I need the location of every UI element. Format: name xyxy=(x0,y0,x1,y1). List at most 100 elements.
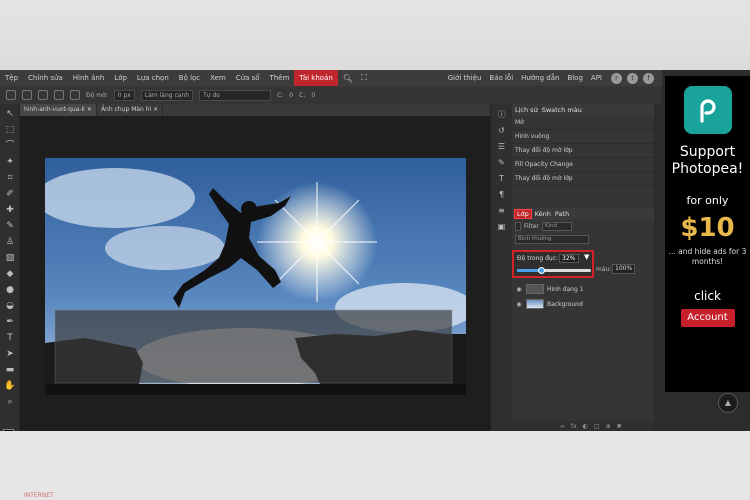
marquee-tool-icon[interactable]: ⬚ xyxy=(3,125,17,136)
history-icon[interactable]: ↺ xyxy=(496,126,508,136)
menu-tutorial[interactable]: Hướng dẫn xyxy=(517,70,563,86)
list-item[interactable]: Thay đổi độ mờ lớp xyxy=(512,144,654,158)
eye-icon[interactable]: ◉ xyxy=(515,286,523,293)
reddit-icon[interactable]: r xyxy=(611,72,622,84)
move-tool-icon[interactable]: ↖ xyxy=(3,109,17,120)
fullscreen-icon[interactable]: ⛶ xyxy=(358,73,370,83)
dodge-tool-icon[interactable]: ◒ xyxy=(3,301,17,312)
menu-account[interactable]: Tài khoản xyxy=(294,70,338,86)
link-layers-icon[interactable]: ∞ xyxy=(560,423,565,430)
menu-layer[interactable]: Lớp xyxy=(109,70,132,86)
style-select[interactable]: Tự do xyxy=(199,89,272,101)
eye-icon[interactable]: ◉ xyxy=(515,301,523,308)
paragraph-icon[interactable]: ¶ xyxy=(496,190,508,200)
canvas-image xyxy=(45,158,466,395)
feather-input[interactable]: 0 px xyxy=(113,89,135,101)
selection-add-icon[interactable] xyxy=(22,90,32,100)
info-icon[interactable]: ⓘ xyxy=(496,110,508,120)
stamp-tool-icon[interactable]: ♙ xyxy=(3,237,17,248)
menu-more[interactable]: Thêm xyxy=(265,70,295,86)
menu-about[interactable]: Giới thiệu xyxy=(444,70,486,86)
magic-wand-tool-icon[interactable]: ✦ xyxy=(3,157,17,168)
tab-channels[interactable]: Kênh xyxy=(535,210,551,218)
shape-tool-icon[interactable]: ▬ xyxy=(3,365,17,376)
menu-image[interactable]: Hình ảnh xyxy=(68,70,109,86)
facebook-icon[interactable]: f xyxy=(643,72,654,84)
menu-filter[interactable]: Bộ lọc xyxy=(174,70,205,86)
filter-kind-select[interactable]: Kind xyxy=(541,221,572,231)
blur-tool-icon[interactable]: ● xyxy=(3,285,17,296)
pen-tool-icon[interactable]: ✒ xyxy=(3,317,17,328)
list-item[interactable]: Fill Opacity Change xyxy=(512,158,654,172)
history-list: Mở Hình vuông Thay đổi độ mờ lớp Fill Op… xyxy=(512,116,654,186)
close-icon[interactable]: ✕ xyxy=(153,106,158,113)
height-input[interactable]: 0 xyxy=(311,92,315,99)
type-tool-icon[interactable]: T xyxy=(3,333,17,344)
brush-panel-icon[interactable]: ✎ xyxy=(496,158,508,168)
fill-input[interactable]: 100% xyxy=(612,264,636,274)
fill-tool-icon[interactable]: ◆ xyxy=(3,269,17,280)
history-panel-tabs: Lịch sử Swatch màu xyxy=(512,104,654,116)
search-icon[interactable]: 🔍︎ xyxy=(342,74,354,83)
tab-paths[interactable]: Path xyxy=(555,210,569,218)
character-icon[interactable]: T xyxy=(496,174,508,184)
eyedropper-tool-icon[interactable]: ✐ xyxy=(3,189,17,200)
opacity-dropdown-icon[interactable]: ▼ xyxy=(584,253,589,261)
layer-row[interactable]: ◉ Background xyxy=(512,297,654,311)
selection-subtract-icon[interactable] xyxy=(38,90,48,100)
trash-icon[interactable]: ✖ xyxy=(617,423,622,430)
new-layer-icon[interactable]: ⊕ xyxy=(606,423,611,430)
blend-mode-select[interactable]: Bình thường xyxy=(515,234,589,244)
layers-panel: Lớp Kênh Path Filter Kind Bình thường Độ… xyxy=(512,208,654,309)
menu-blog[interactable]: Blog xyxy=(563,70,586,86)
path-select-tool-icon[interactable]: ➤ xyxy=(3,349,17,360)
adjustment-icon[interactable]: ◐ xyxy=(583,423,588,430)
opacity-slider[interactable] xyxy=(517,267,591,274)
brush-tool-icon[interactable]: ✎ xyxy=(3,221,17,232)
close-icon[interactable]: ✕ xyxy=(87,106,92,113)
list-item[interactable]: Hình vuông xyxy=(512,130,654,144)
menu-report-bug[interactable]: Báo lỗi xyxy=(485,70,517,86)
photopea-app: Tệp Chỉnh sửa Hình ảnh Lớp Lựa chọn Bộ l… xyxy=(0,70,750,431)
document-tab[interactable]: Ảnh chụp Màn hì ✕ xyxy=(97,104,164,116)
width-input[interactable]: 0 xyxy=(289,92,293,99)
tab-layers[interactable]: Lớp xyxy=(514,209,532,219)
tab-history[interactable]: Lịch sử xyxy=(515,106,538,114)
hand-tool-icon[interactable]: ✋ xyxy=(3,381,17,392)
image-panel-icon[interactable]: ▣ xyxy=(496,222,508,232)
menu-window[interactable]: Cửa sổ xyxy=(231,70,265,86)
twitter-icon[interactable]: t xyxy=(627,72,638,84)
layer-row[interactable]: ◉ Hình dạng 1 xyxy=(512,282,654,296)
menu-api[interactable]: API xyxy=(587,70,606,86)
lasso-tool-icon[interactable]: ⌒ xyxy=(3,141,17,152)
list-item[interactable]: Mở xyxy=(512,116,654,130)
eraser-tool-icon[interactable]: ▧ xyxy=(3,253,17,264)
antialias-button[interactable]: Làm láng cạnh xyxy=(140,89,194,101)
document-tabs: hinh-anh-vuot-qua-k ✕ Ảnh chụp Màn hì ✕ xyxy=(20,104,490,116)
zoom-tool-icon[interactable]: ⌕ xyxy=(3,397,17,408)
folder-icon[interactable]: □ xyxy=(594,423,600,430)
photopea-ad[interactable]: Support Photopea! for only $10 ... and h… xyxy=(665,76,750,392)
menu-file[interactable]: Tệp xyxy=(0,70,23,86)
healing-tool-icon[interactable]: ✚ xyxy=(3,205,17,216)
css-icon[interactable]: ≡ xyxy=(496,206,508,216)
image-canvas[interactable] xyxy=(45,158,466,395)
tab-swatches[interactable]: Swatch màu xyxy=(542,106,582,114)
selection-intersect-icon[interactable] xyxy=(54,90,64,100)
ad-price: $10 xyxy=(680,213,735,243)
menu-select[interactable]: Lựa chọn xyxy=(132,70,174,86)
menu-edit[interactable]: Chỉnh sửa xyxy=(23,70,68,86)
opacity-slider-knob[interactable] xyxy=(537,267,545,274)
menu-view[interactable]: Xem xyxy=(205,70,231,86)
opacity-input[interactable]: 32% xyxy=(559,254,579,263)
selection-new-icon[interactable] xyxy=(6,90,16,100)
layer-style-icon[interactable]: fx xyxy=(571,423,577,430)
properties-icon[interactable]: ☰ xyxy=(496,142,508,152)
selection-xor-icon[interactable] xyxy=(70,90,80,100)
list-item[interactable]: Thay đổi độ mờ lớp xyxy=(512,172,654,186)
account-button[interactable]: Account xyxy=(680,309,735,327)
filter-checkbox[interactable] xyxy=(515,221,521,231)
crop-tool-icon[interactable]: ⌗ xyxy=(3,173,17,184)
chevron-up-icon[interactable]: ▲ xyxy=(718,393,738,413)
document-tab[interactable]: hinh-anh-vuot-qua-k ✕ xyxy=(20,104,97,116)
